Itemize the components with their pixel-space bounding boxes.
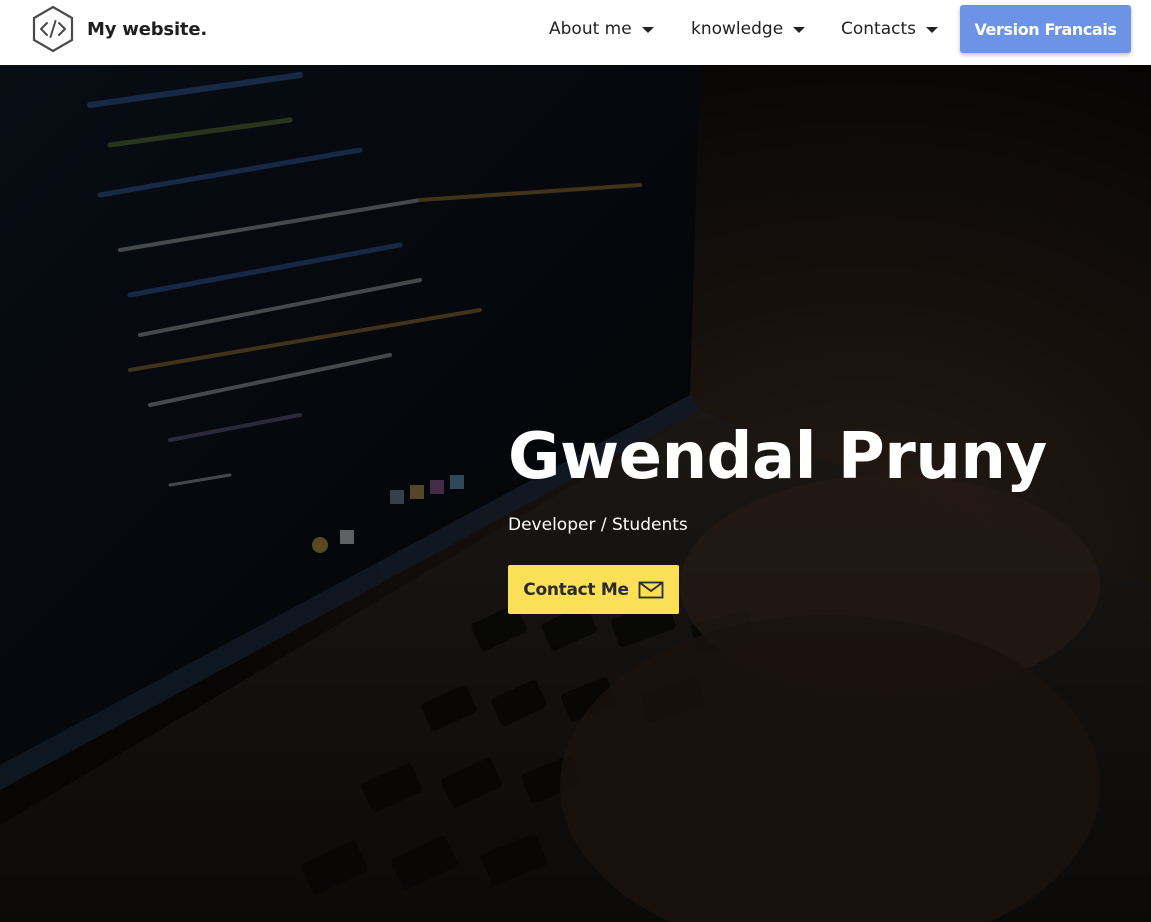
contact-me-label: Contact Me [523, 579, 629, 600]
top-navbar: My website. About me knowledge Contacts … [0, 0, 1151, 65]
caret-down-icon [641, 27, 654, 33]
hero-section: Gwendal Pruny Developer / Students Conta… [0, 65, 1151, 922]
contact-me-button[interactable]: Contact Me [508, 565, 679, 614]
caret-down-icon [793, 27, 806, 33]
code-hexagon-icon [32, 5, 74, 53]
caret-down-icon [926, 27, 938, 33]
language-switch-button[interactable]: Version Francais [960, 5, 1131, 53]
hero-title: Gwendal Pruny [508, 420, 1047, 494]
brand-name: My website. [87, 18, 207, 40]
nav-contacts[interactable]: Contacts [841, 16, 938, 42]
nav-knowledge[interactable]: knowledge [691, 16, 806, 42]
nav-about-me-label: About me [549, 19, 632, 39]
brand-link[interactable]: My website. [31, 5, 207, 53]
nav-about-me[interactable]: About me [549, 16, 654, 42]
hero-subtitle: Developer / Students [508, 515, 688, 535]
nav-contacts-label: Contacts [841, 19, 916, 39]
nav-knowledge-label: knowledge [691, 19, 784, 39]
mail-icon [638, 581, 664, 598]
hero-content: Gwendal Pruny Developer / Students Conta… [508, 417, 1128, 614]
